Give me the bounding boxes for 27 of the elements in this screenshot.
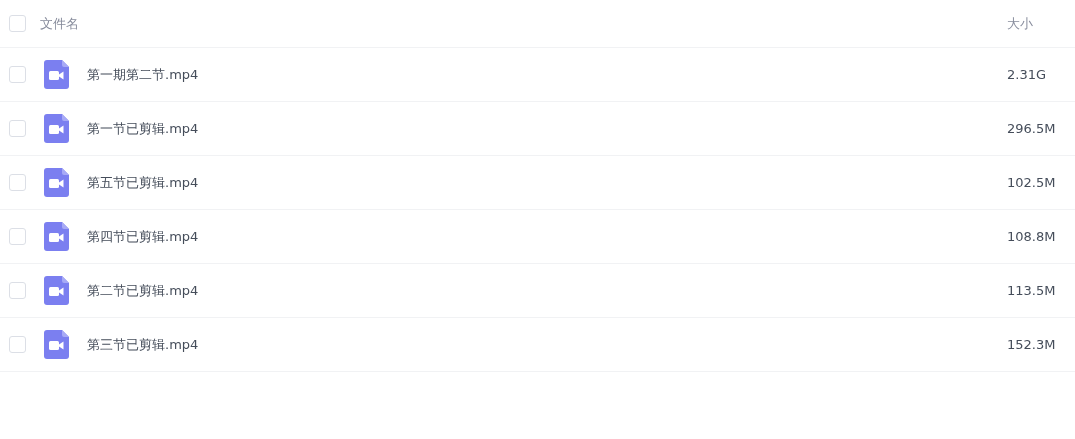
file-size: 102.5M — [1007, 175, 1057, 190]
checkbox[interactable] — [9, 66, 26, 83]
file-size: 2.31G — [1007, 67, 1048, 82]
column-header: 大小 — [1007, 14, 1034, 33]
video-file-icon — [44, 60, 69, 89]
video-file-icon — [44, 276, 69, 305]
checkbox[interactable] — [9, 174, 26, 191]
checkbox[interactable] — [9, 120, 26, 137]
checkbox[interactable] — [9, 336, 26, 353]
file-size: 152.3M — [1007, 337, 1057, 352]
file-size: 108.8M — [1007, 229, 1057, 244]
file-name[interactable]: 第二节已剪辑.mp4 — [87, 281, 1007, 300]
video-file-icon — [44, 330, 69, 359]
file-name[interactable]: 第四节已剪辑.mp4 — [87, 227, 1007, 246]
checkbox[interactable] — [9, 282, 26, 299]
video-file-icon — [44, 222, 69, 251]
file-size: 296.5M — [1007, 121, 1057, 136]
file-name[interactable]: 第五节已剪辑.mp4 — [87, 173, 1007, 192]
checkbox[interactable] — [9, 228, 26, 245]
column-header: 文件名 — [40, 14, 80, 33]
video-file-icon — [44, 114, 69, 143]
checkbox[interactable] — [9, 15, 26, 32]
file-name[interactable]: 第三节已剪辑.mp4 — [87, 335, 1007, 354]
video-file-icon — [44, 168, 69, 197]
file-size: 113.5M — [1007, 283, 1057, 298]
file-name[interactable]: 第一节已剪辑.mp4 — [87, 119, 1007, 138]
file-name[interactable]: 第一期第二节.mp4 — [87, 65, 1007, 84]
